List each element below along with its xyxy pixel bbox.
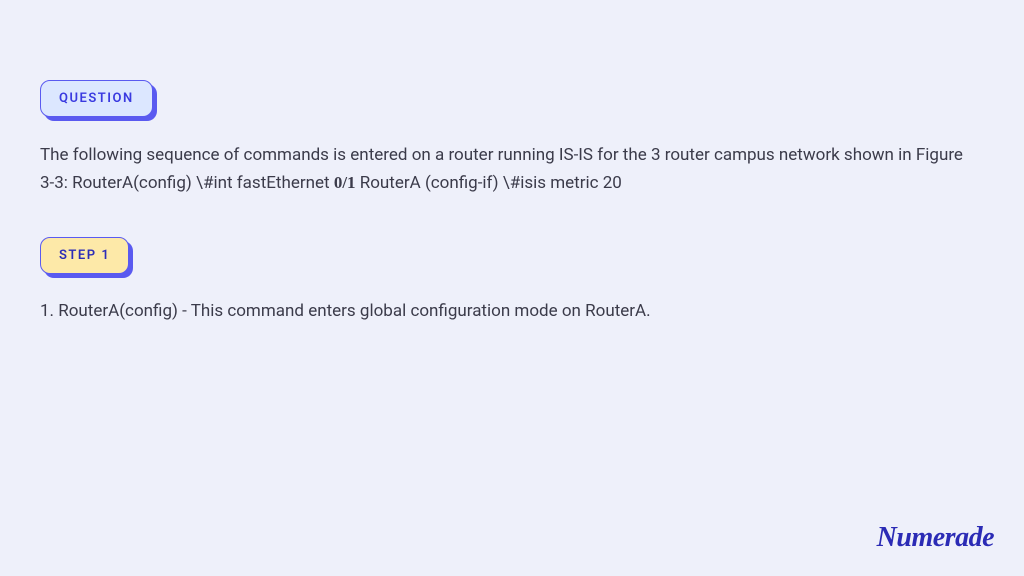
brand-logo: Numerade: [877, 522, 994, 554]
question-text: The following sequence of commands is en…: [40, 141, 980, 197]
step-badge-label: STEP 1: [40, 237, 129, 274]
question-text-after: RouterA (config-if) \#isis metric 20: [356, 173, 622, 193]
step-badge: STEP 1: [40, 237, 129, 274]
question-math: 0/1: [334, 173, 356, 192]
question-badge: QUESTION: [40, 80, 153, 117]
question-badge-label: QUESTION: [40, 80, 153, 117]
step-text: 1. RouterA(config) - This command enters…: [40, 298, 984, 325]
